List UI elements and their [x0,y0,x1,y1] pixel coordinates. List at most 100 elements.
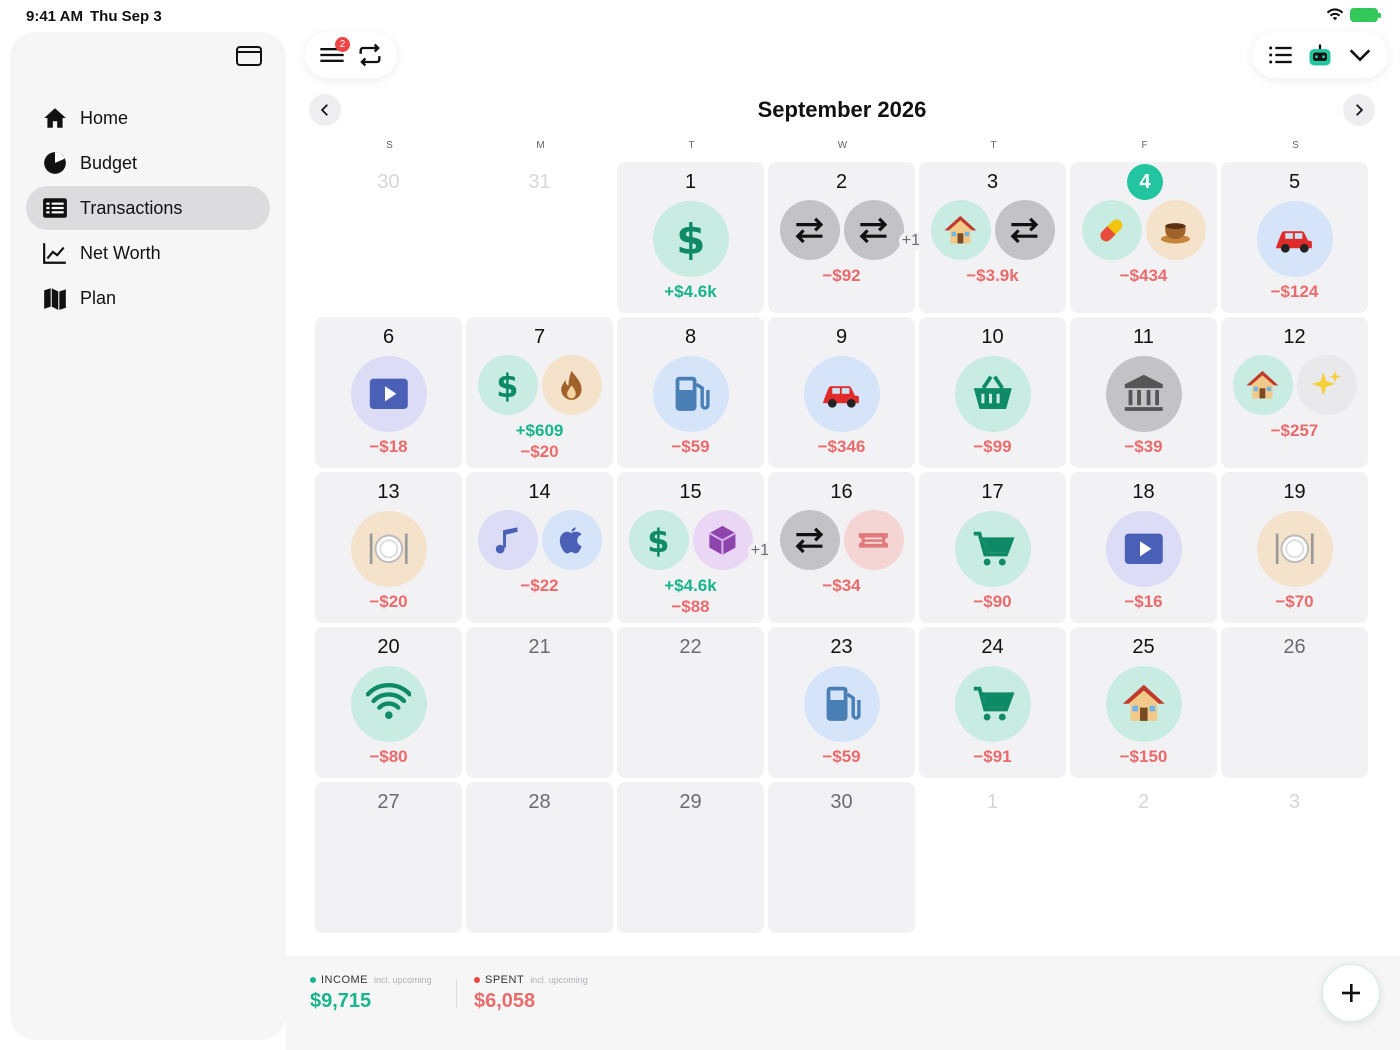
day-number: 16 [830,481,853,503]
play-icon [350,356,427,432]
calendar-day[interactable]: 26 [1221,627,1368,778]
calendar-day[interactable]: 1 $ +$4.6k [617,162,764,313]
expense-amount: −$20 [369,592,408,611]
battery-icon [1350,8,1381,22]
transfer-icon [779,510,840,570]
calendar-day[interactable]: 4 −$434 [1070,162,1217,313]
sidebar-item-budget[interactable]: Budget [26,141,270,185]
calendar-day[interactable]: 22 [617,627,764,778]
income-amount: +$609 [515,421,564,440]
weekday-header: S M T W T F S [314,140,1374,151]
calendar-day[interactable]: 20 −$80 [315,627,462,778]
spent-sub-label: incl. upcoming [530,975,588,985]
calendar-day[interactable]: 19 −$70 [1221,472,1368,623]
line-chart-icon [42,240,68,266]
calendar-day[interactable]: 15 $ +1 +$4.6k −$88 [617,472,772,623]
repeat-button[interactable] [354,39,386,71]
spent-value: $6,058 [474,990,536,1012]
plus-icon [1342,984,1360,1002]
day-number: 20 [377,636,400,658]
calendar-day[interactable]: 28 [466,782,613,933]
calendar-day[interactable]: 27 [315,782,462,933]
weekday-label: M [536,140,545,151]
calendar-day[interactable]: 24 −$91 [919,627,1066,778]
sidebar-item-plan[interactable]: Plan [26,276,270,320]
spent-dot [474,977,480,983]
next-month-button[interactable] [1343,94,1375,126]
sidebar-item-home[interactable]: Home [26,96,270,140]
day-number: 22 [679,636,702,658]
calendar-day: 3 [1221,782,1368,933]
calendar-day[interactable]: 2 +1 −$92 [768,162,923,313]
list-view-button[interactable] [1264,39,1296,71]
car-icon [803,356,880,432]
calendar-day[interactable]: 12 −$257 [1221,317,1368,468]
day-number: 3 [1288,791,1301,813]
expense-amount: −$20 [520,442,559,461]
chevron-down-icon [1349,49,1371,62]
pill-icon [1081,200,1142,260]
dollar-icon: $ [477,355,538,415]
sidebar-item-transactions[interactable]: Transactions [26,186,270,230]
expense-amount: −$124 [1270,282,1319,301]
calendar-day: 30 [315,162,462,313]
calendar-day[interactable]: 14 −$22 [466,472,613,623]
calendar-day[interactable]: 21 [466,627,613,778]
income-summary: INCOME incl. upcoming $9,715 [310,974,432,1013]
calendar-day[interactable]: 18 −$16 [1070,472,1217,623]
day-number: 8 [684,326,697,348]
add-transaction-button[interactable] [1322,964,1380,1022]
calendar-day[interactable]: 8 −$59 [617,317,764,468]
weekday-label: S [386,140,393,151]
spent-label: SPENT [485,974,525,986]
calendar-day: 31 [466,162,613,313]
calendar-day[interactable]: 25 −$150 [1070,627,1217,778]
transfer-icon [994,200,1055,260]
apple-icon [541,510,602,570]
category-icons [1221,201,1368,277]
day-number: 21 [528,636,551,658]
day-number: 30 [377,171,400,193]
dropdown-button[interactable] [1344,39,1376,71]
weekday-label: S [1292,140,1299,151]
sidebar-item-label: Plan [80,287,117,308]
day-number: 15 [679,481,702,503]
calendar-day[interactable]: 13 −$20 [315,472,462,623]
status-time: 9:41 AM [26,8,83,25]
weekday-label: W [837,140,848,151]
day-number: 28 [528,791,551,813]
menu-button[interactable]: 2 [316,37,350,71]
day-number: 25 [1132,636,1155,658]
expense-amount: −$34 [822,576,861,595]
category-icons: $ [617,201,764,277]
calendar-day[interactable]: 16 −$34 [768,472,915,623]
expense-amount: −$91 [973,747,1012,766]
income-sub-label: incl. upcoming [374,975,432,985]
calendar-day[interactable]: 6 −$18 [315,317,462,468]
expense-amount: −$92 [822,266,861,285]
calendar-day[interactable]: 7 $ +$609 −$20 [466,317,613,468]
sidebar-nav: Home Budget Transactions Net Worth Plan [26,96,270,321]
assistant-button[interactable] [1304,39,1336,71]
coffee-icon [1145,200,1206,260]
calendar-day[interactable]: 23 −$59 [768,627,915,778]
toolbar-right [1252,32,1388,78]
day-number: 1 [986,791,999,813]
calendar-day[interactable]: 17 −$90 [919,472,1066,623]
calendar-day[interactable]: 30 [768,782,915,933]
sidebar-item-net-worth[interactable]: Net Worth [26,231,270,275]
sidebar-toggle-icon[interactable] [236,46,262,66]
day-number: 13 [377,481,400,503]
cart-icon [954,666,1031,742]
calendar-day[interactable]: 29 [617,782,764,933]
previous-month-button[interactable] [309,94,341,126]
calendar-day[interactable]: 10 −$99 [919,317,1066,468]
calendar-day[interactable]: 11 −$39 [1070,317,1217,468]
calendar-day[interactable]: 9 −$346 [768,317,915,468]
category-icons [919,356,1066,432]
calendar-day[interactable]: 3 −$3.9k [919,162,1066,313]
calendar-day[interactable]: 5 −$124 [1221,162,1368,313]
day-number: 18 [1132,481,1155,503]
status-icons [1326,8,1381,22]
house-icon [1232,355,1293,415]
